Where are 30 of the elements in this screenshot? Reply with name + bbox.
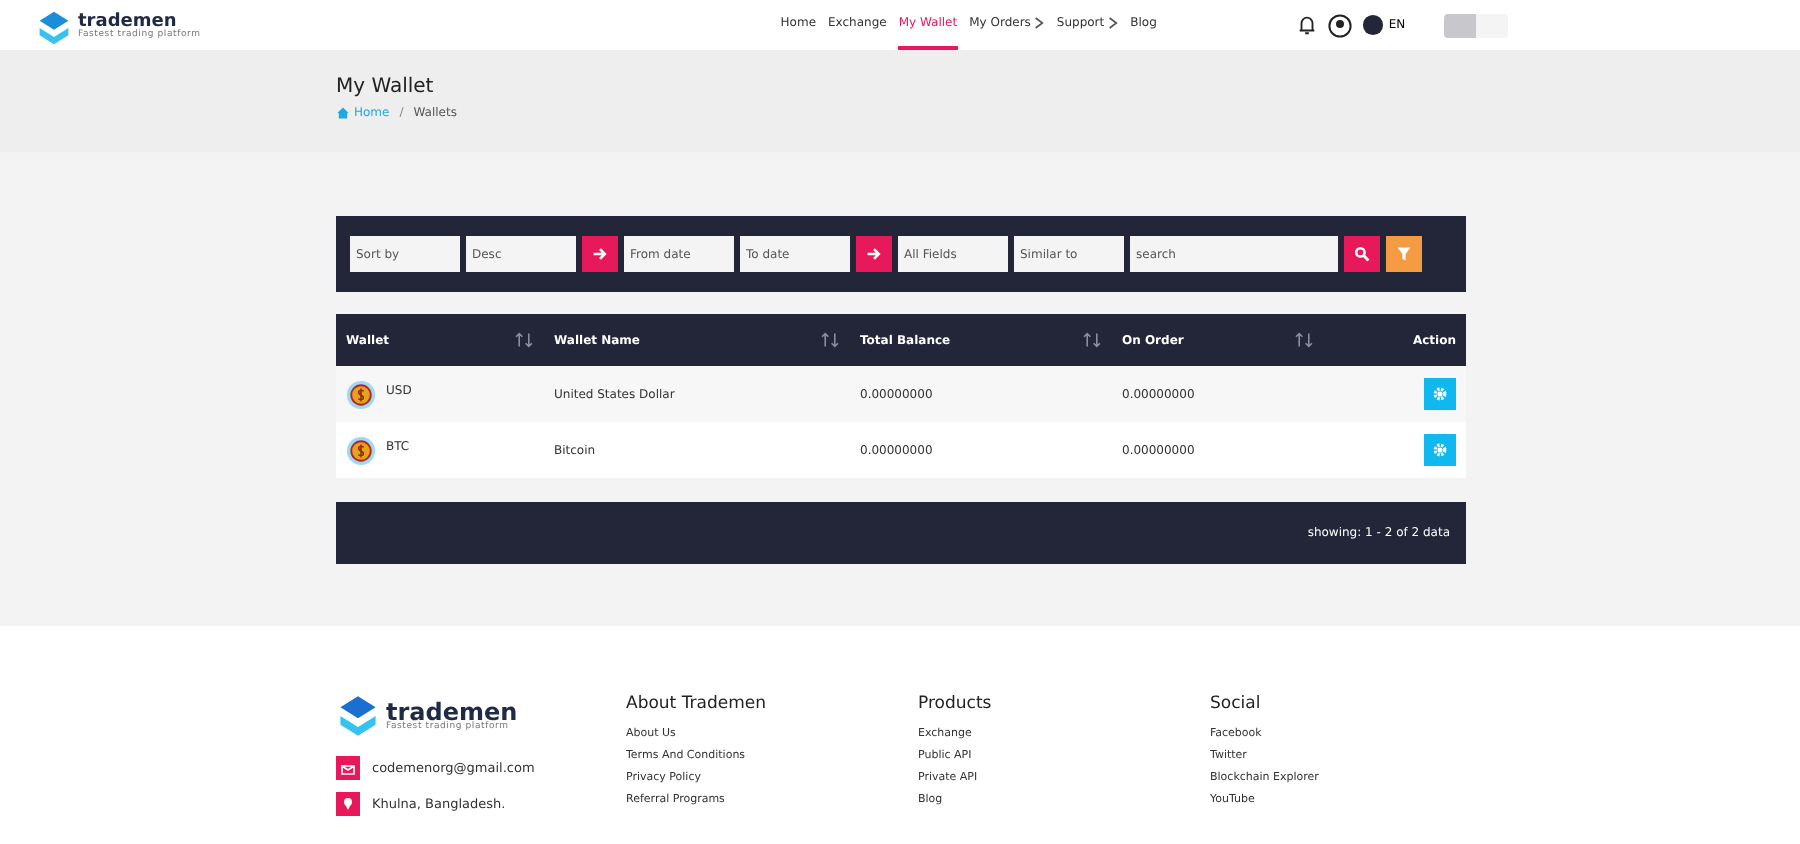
mail-icon	[336, 756, 360, 780]
settings-button[interactable]	[1424, 378, 1456, 410]
filter-icon	[1396, 246, 1412, 262]
chevron-icon	[1034, 16, 1045, 30]
sort-icon[interactable]	[820, 332, 840, 348]
logo-icon	[336, 694, 380, 738]
logo-name: trademen	[386, 699, 518, 724]
sort-icon[interactable]	[514, 332, 534, 348]
coin-icon	[346, 379, 376, 409]
page-title: My Wallet	[336, 76, 436, 98]
search-icon	[1354, 246, 1370, 262]
coin-icon	[346, 435, 376, 465]
search-button[interactable]	[1344, 236, 1380, 272]
sort-icon[interactable]	[1294, 332, 1314, 348]
theme-toggle[interactable]	[1443, 13, 1508, 37]
arrow-right-icon	[866, 246, 882, 262]
chevron-icon	[1108, 16, 1119, 30]
footer-heading: Products	[918, 694, 994, 714]
footer-heading: About Trademen	[626, 694, 769, 714]
apply-button[interactable]	[582, 236, 618, 272]
bell-icon[interactable]	[1296, 14, 1319, 36]
sort-icon[interactable]	[1082, 332, 1102, 348]
gear-icon	[1432, 442, 1448, 458]
home-icon	[336, 106, 350, 120]
logo-icon	[36, 10, 72, 46]
apply-button[interactable]	[856, 236, 892, 272]
gear-icon	[1432, 386, 1448, 402]
arrow-right-icon	[592, 246, 608, 262]
settings-button[interactable]	[1424, 434, 1456, 466]
footer-heading: Social	[1210, 694, 1263, 714]
